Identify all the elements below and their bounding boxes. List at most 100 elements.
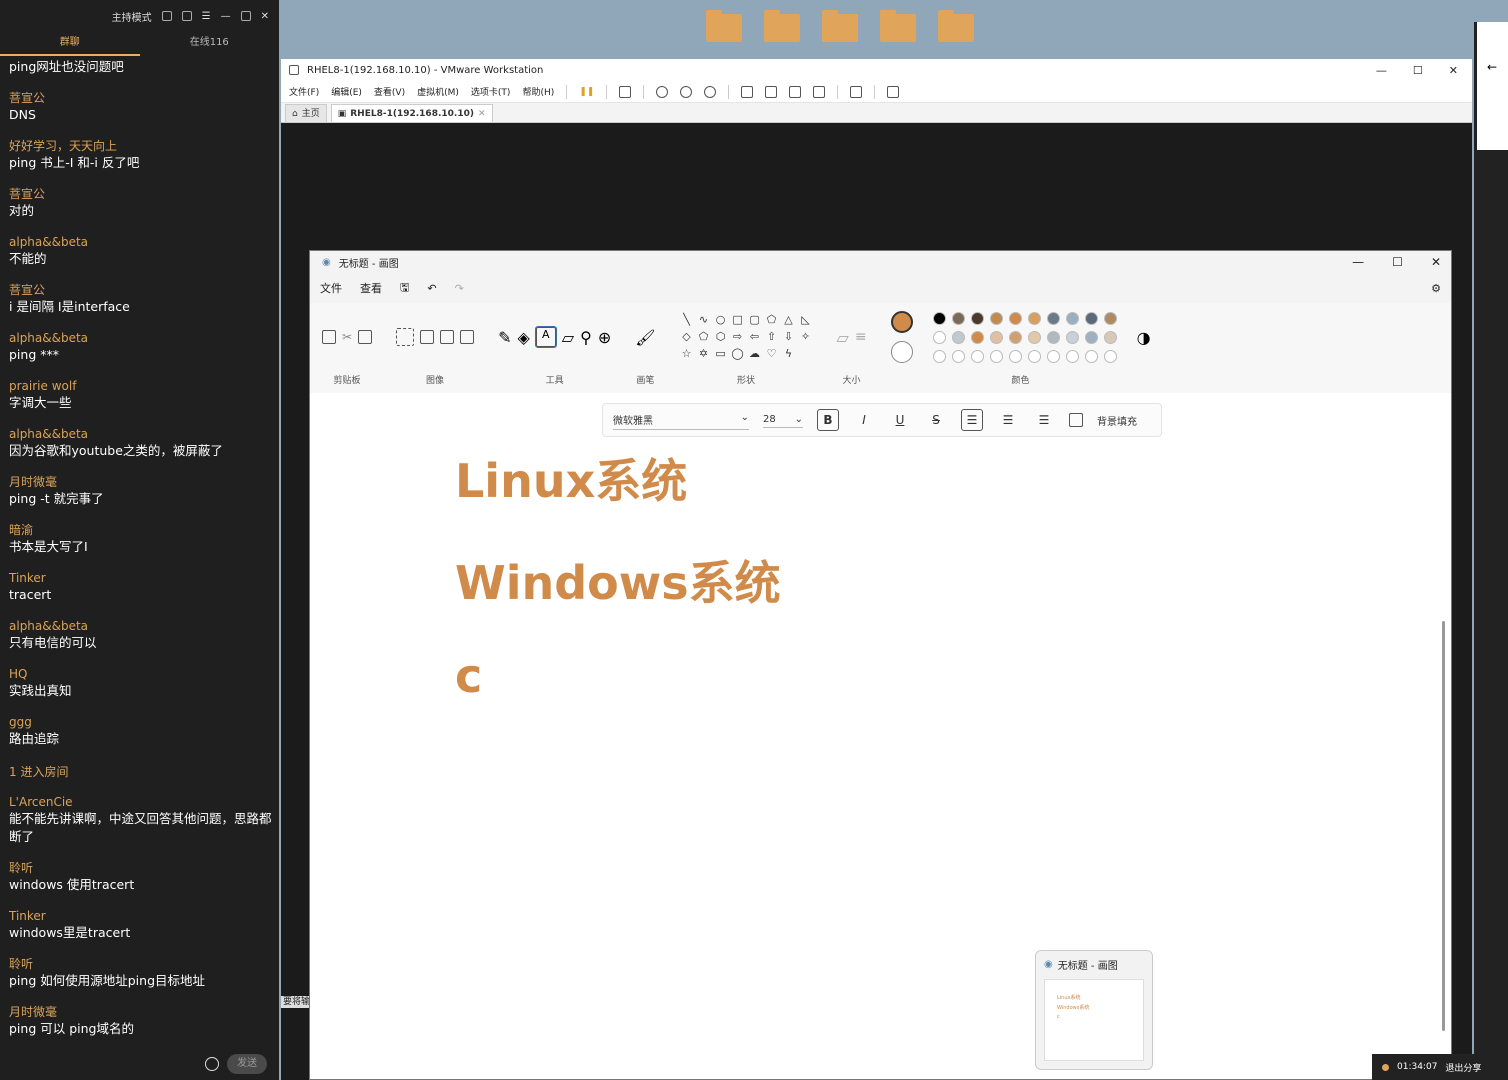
close-icon[interactable]: ✕	[261, 11, 269, 22]
color-swatch[interactable]	[932, 311, 946, 325]
lightning-shape-icon[interactable]: ϟ	[782, 347, 796, 361]
menu-file[interactable]: 文件(F)	[289, 85, 319, 98]
underline-button[interactable]: U	[889, 409, 911, 431]
color-swatch[interactable]	[1103, 311, 1117, 325]
edit-colors-icon[interactable]: ◑	[1137, 328, 1151, 347]
sidebar-toggle-icon[interactable]	[741, 85, 754, 98]
color-swatch[interactable]	[1046, 349, 1060, 363]
brush-icon[interactable]: 🖌	[635, 328, 655, 347]
color1-swatch[interactable]	[890, 311, 913, 333]
color-swatch[interactable]	[951, 311, 965, 325]
save-icon[interactable]: 🖫	[400, 279, 409, 298]
color-swatch[interactable]	[1008, 330, 1022, 344]
color-swatch[interactable]	[970, 349, 984, 363]
close-button[interactable]: ✕	[1449, 64, 1458, 77]
color-swatch[interactable]	[1065, 349, 1079, 363]
callout-rect-shape-icon[interactable]: ▭	[714, 347, 728, 361]
color-swatch[interactable]	[932, 330, 946, 344]
desktop-folder-icon[interactable]	[932, 8, 976, 58]
color-swatch[interactable]	[1065, 311, 1079, 325]
color-swatch[interactable]	[1103, 349, 1117, 363]
tab-online[interactable]: 在线116	[140, 32, 280, 56]
arrow-down-shape-icon[interactable]: ⇩	[782, 330, 796, 344]
tab-vm[interactable]: ▣ RHEL8-1(192.168.10.10) ✕	[330, 104, 493, 122]
right-triangle-shape-icon[interactable]: ◺	[799, 313, 813, 327]
paste-icon[interactable]	[322, 330, 336, 344]
pentagon-shape-icon[interactable]: ⬠	[697, 330, 711, 344]
color-swatch[interactable]	[1046, 311, 1060, 325]
outline-icon[interactable]: ▱	[837, 328, 849, 347]
menu-help[interactable]: 帮助(H)	[522, 85, 554, 98]
hexagon-shape-icon[interactable]: ⬡	[714, 330, 728, 344]
menu-edit[interactable]: 编辑(E)	[331, 85, 362, 98]
background-fill-checkbox[interactable]	[1069, 413, 1083, 427]
copy-icon[interactable]	[358, 330, 373, 344]
bold-button[interactable]: B	[817, 409, 839, 431]
star6-shape-icon[interactable]: ✡	[697, 347, 711, 361]
undo-icon[interactable]: ↶	[427, 282, 436, 295]
pencil-icon[interactable]: ✎	[498, 328, 511, 347]
close-button[interactable]: ✕	[1431, 255, 1441, 269]
font-family-select[interactable]: 微软雅黑 ⌄	[613, 410, 749, 430]
polygon-shape-icon[interactable]: ⬠	[765, 313, 779, 327]
minimize-button[interactable]: —	[1376, 64, 1387, 77]
color-swatch[interactable]	[1027, 330, 1041, 344]
minimize-button[interactable]: —	[1352, 255, 1364, 269]
snapshot-icon[interactable]	[656, 85, 669, 98]
share-icon[interactable]	[181, 11, 192, 21]
vertical-scrollbar[interactable]	[1442, 621, 1445, 1031]
maximize-button[interactable]: ☐	[1392, 255, 1403, 269]
fill-icon[interactable]: ◈	[517, 328, 529, 347]
callout-oval-shape-icon[interactable]: ◯	[731, 347, 745, 361]
color-swatch[interactable]	[1008, 349, 1022, 363]
console-view-icon[interactable]	[850, 85, 863, 98]
star5-shape-icon[interactable]: ☆	[680, 347, 694, 361]
taskbar-thumbnail[interactable]: ◉ 无标题 - 画图 Linux系统 Windows系统 c	[1035, 950, 1153, 1070]
align-right-button[interactable]: ☰	[1033, 409, 1055, 431]
maximize-icon[interactable]	[240, 11, 251, 21]
minimize-icon[interactable]: —	[221, 11, 231, 22]
heart-shape-icon[interactable]: ♡	[765, 347, 779, 361]
oval-shape-icon[interactable]: ○	[714, 313, 728, 327]
color-swatch[interactable]	[970, 330, 984, 344]
font-size-select[interactable]: 28 ⌄	[763, 412, 803, 428]
star4-shape-icon[interactable]: ✧	[799, 330, 813, 344]
pause-icon[interactable]: ❚❚	[579, 87, 594, 97]
color-swatch[interactable]	[989, 349, 1003, 363]
menu-view[interactable]: 查看(V)	[374, 85, 405, 98]
emoji-icon[interactable]	[205, 1057, 219, 1071]
select-icon[interactable]	[396, 328, 415, 346]
back-arrow-icon[interactable]: ←	[1487, 60, 1497, 74]
thumbnail-bar-icon[interactable]	[765, 85, 778, 98]
arrow-up-shape-icon[interactable]: ⇧	[765, 330, 779, 344]
diamond-shape-icon[interactable]: ◇	[680, 330, 694, 344]
maximize-button[interactable]: ☐	[1413, 64, 1423, 77]
strikethrough-button[interactable]: S	[925, 409, 947, 431]
text-tool-icon[interactable]: A	[534, 326, 557, 348]
color-swatch[interactable]	[1027, 349, 1041, 363]
desktop-folder-icon[interactable]	[758, 8, 802, 58]
color-swatch[interactable]	[970, 311, 984, 325]
eraser-icon[interactable]: ▱	[562, 328, 574, 347]
tab-group-chat[interactable]: 群聊	[0, 32, 140, 56]
stretch-icon[interactable]	[887, 85, 900, 98]
unity-icon[interactable]	[813, 85, 826, 98]
rectangle-shape-icon[interactable]: □	[731, 313, 745, 327]
color-picker-icon[interactable]: ⚲	[580, 328, 592, 347]
line-shape-icon[interactable]: ╲	[680, 313, 694, 327]
color-swatch[interactable]	[1084, 311, 1098, 325]
desktop-folder-icon[interactable]	[700, 8, 744, 58]
desktop-folder-icon[interactable]	[816, 8, 860, 58]
resize-icon[interactable]	[440, 330, 455, 344]
curve-shape-icon[interactable]: ∿	[697, 313, 711, 327]
send-button[interactable]: 发送	[227, 1054, 267, 1074]
tab-home[interactable]: ⌂ 主页	[285, 104, 327, 122]
crop-icon[interactable]	[420, 330, 435, 344]
settings-icon[interactable]: ⚙	[1431, 282, 1441, 295]
color-swatch[interactable]	[1084, 349, 1098, 363]
arrow-left-shape-icon[interactable]: ⇦	[748, 330, 762, 344]
menu-view[interactable]: 查看	[360, 280, 382, 296]
desktop-folder-icon[interactable]	[874, 8, 918, 58]
color-swatch[interactable]	[989, 330, 1003, 344]
rotate-icon[interactable]	[460, 330, 475, 344]
